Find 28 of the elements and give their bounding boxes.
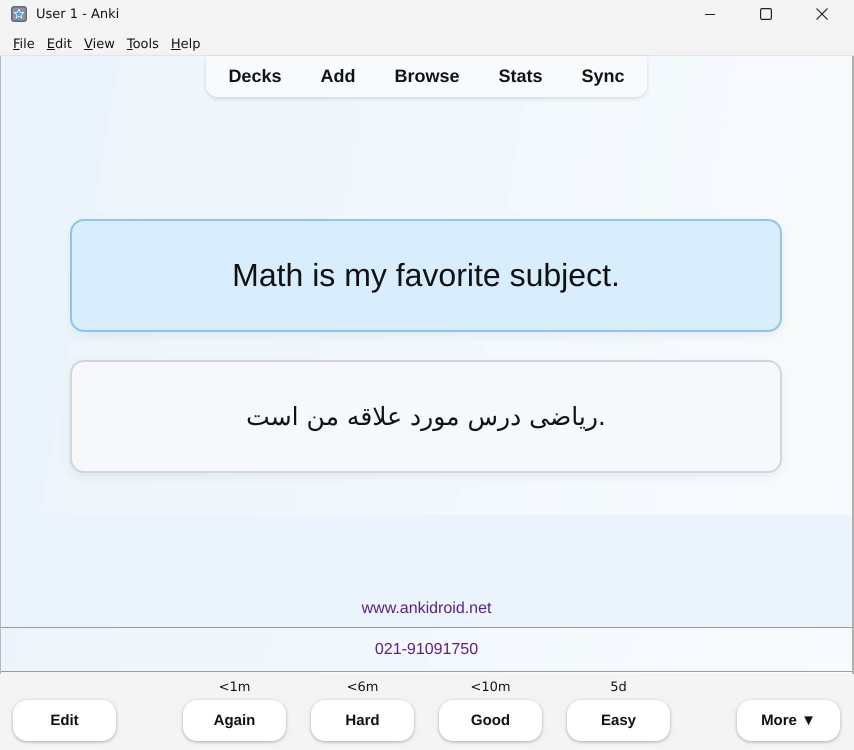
answer-button[interactable]: Hard xyxy=(311,700,414,741)
phone-number: 021-91091750 xyxy=(374,640,478,658)
interval-label: <10m xyxy=(470,680,511,695)
more-button[interactable]: More ▼ xyxy=(737,700,840,741)
toolbar-link[interactable]: Sync xyxy=(562,66,644,87)
interval-label: 5d xyxy=(610,680,627,695)
interval-label: <1m xyxy=(218,680,250,695)
menu-item[interactable]: File xyxy=(7,34,41,55)
star-app-icon xyxy=(11,6,27,22)
toolbar-link[interactable]: Decks xyxy=(208,66,301,87)
close-icon xyxy=(816,8,828,20)
maximize-icon xyxy=(760,8,772,20)
toolbar-link[interactable]: Stats xyxy=(479,66,562,87)
question-text: Math is my favorite subject. xyxy=(232,257,620,294)
menu-item[interactable]: View xyxy=(78,34,121,55)
menu-item[interactable]: Tools xyxy=(120,34,165,55)
edit-button[interactable]: Edit xyxy=(13,700,116,741)
window-title: User 1 - Anki xyxy=(36,6,120,22)
interval-label: <6m xyxy=(346,680,378,695)
menu-item[interactable]: Edit xyxy=(40,34,78,55)
answer-text: ریاضی درس مورد علاقه من است. xyxy=(246,402,606,431)
toolbar-link[interactable]: Browse xyxy=(374,66,480,87)
toolbar-link[interactable]: Add xyxy=(300,66,375,87)
answer-button[interactable]: Easy xyxy=(567,700,670,741)
answer-button[interactable]: Again xyxy=(183,700,286,741)
website-link[interactable]: www.ankidroid.net xyxy=(362,600,492,618)
menu-item[interactable]: Help xyxy=(164,34,207,55)
answer-button[interactable]: Good xyxy=(439,700,542,741)
